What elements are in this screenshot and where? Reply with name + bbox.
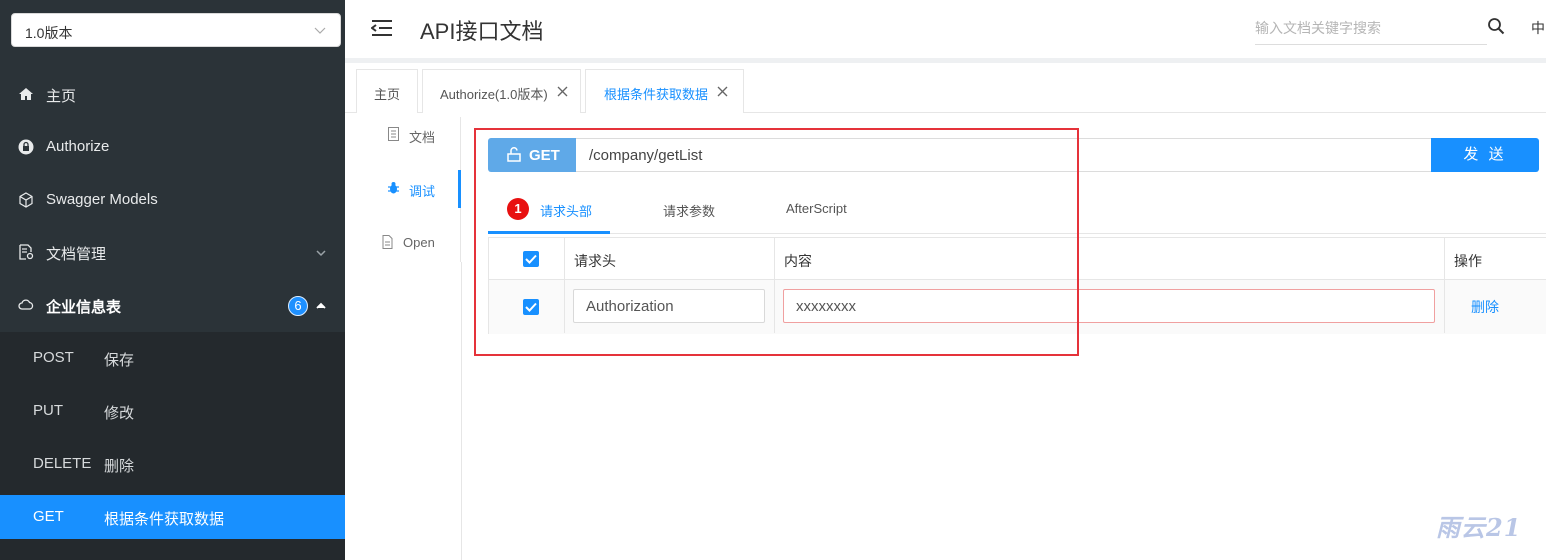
tab-label: 主页 <box>374 87 401 102</box>
divider <box>461 262 462 560</box>
api-label: 保存 <box>104 352 135 369</box>
doc-settings-icon <box>19 244 34 260</box>
tab-home[interactable]: 主页 <box>356 69 418 113</box>
sidebar-api-delete[interactable]: DELETE 删除 <box>0 438 345 491</box>
chevron-up-icon <box>316 302 326 309</box>
lock-icon <box>18 139 34 155</box>
close-icon[interactable] <box>717 86 728 97</box>
column-divider <box>1444 238 1445 333</box>
search-input[interactable] <box>1255 12 1487 45</box>
http-method-label: DELETE <box>33 455 92 472</box>
sidebar-item-authorize[interactable]: Authorize <box>0 121 345 174</box>
sidebar-item-label: Swagger Models <box>46 191 158 208</box>
sidebar-item-doc-management[interactable]: 文档管理 <box>0 226 345 279</box>
tab-authorize[interactable]: Authorize(1.0版本) <box>422 69 581 113</box>
sidebar-item-label: 主页 <box>46 88 77 105</box>
version-select-value: 1.0版本 <box>25 25 73 41</box>
menu-fold-icon[interactable] <box>371 19 393 37</box>
file-icon <box>382 235 393 249</box>
search-icon[interactable] <box>1487 17 1505 35</box>
count-badge: 6 <box>288 296 308 316</box>
subnav-label: Open <box>403 235 435 250</box>
sidebar-submenu: POST 保存 PUT 修改 DELETE 删除 GET 根据条件获取数据 <box>0 332 345 560</box>
subnav-label: 文档 <box>409 130 436 145</box>
subnav-doc[interactable]: 文档 <box>356 119 461 149</box>
page-title: API接口文档 <box>420 19 544 44</box>
tab-get-list[interactable]: 根据条件获取数据 <box>585 69 744 113</box>
highlight-annotation-box <box>474 128 1079 356</box>
version-select[interactable]: 1.0版本 <box>11 13 341 47</box>
delete-row-link[interactable]: 删除 <box>1471 297 1499 317</box>
sidebar: 1.0版本 主页 Authorize Swagger Models 文档管理 企… <box>0 0 345 560</box>
subnav-debug[interactable]: 调试 <box>356 173 461 203</box>
tabs-bar: 主页 Authorize(1.0版本) 根据条件获取数据 <box>345 63 1546 113</box>
doc-subnav: 文档 调试 Open <box>356 117 461 262</box>
column-header: 操作 <box>1454 253 1482 269</box>
api-label: 根据条件获取数据 <box>104 511 225 528</box>
sidebar-item-label: Authorize <box>46 138 110 155</box>
sidebar-item-label: 企业信息表 <box>46 299 122 316</box>
sidebar-api-put-update[interactable]: PUT 修改 <box>0 385 345 438</box>
language-switch[interactable]: 中 <box>1531 18 1545 38</box>
chevron-down-icon <box>316 250 326 257</box>
sidebar-item-label: 文档管理 <box>46 246 107 263</box>
chevron-down-icon <box>314 27 326 34</box>
top-header: API接口文档 中 <box>345 0 1546 58</box>
sidebar-api-post-save[interactable]: POST 保存 <box>0 332 345 385</box>
http-method-label: POST <box>33 349 74 366</box>
http-method-label: GET <box>33 508 64 525</box>
subnav-open[interactable]: Open <box>356 227 461 257</box>
cloud-icon <box>18 299 34 310</box>
watermark: 雨云21 <box>1436 513 1522 542</box>
subnav-label: 调试 <box>409 184 436 199</box>
sidebar-item-swagger-models[interactable]: Swagger Models <box>0 174 345 227</box>
send-button[interactable]: 发 送 <box>1431 138 1539 172</box>
http-method-label: PUT <box>33 402 63 419</box>
subnav-active-indicator <box>458 170 461 208</box>
bug-icon <box>388 182 399 194</box>
sidebar-item-home[interactable]: 主页 <box>0 68 345 121</box>
api-label: 修改 <box>104 405 135 422</box>
api-label: 删除 <box>104 458 135 475</box>
sidebar-api-get-list[interactable]: GET 根据条件获取数据 <box>0 495 345 539</box>
close-icon[interactable] <box>557 86 568 97</box>
document-icon <box>388 127 399 141</box>
cube-icon <box>19 192 33 208</box>
home-icon <box>19 88 33 100</box>
